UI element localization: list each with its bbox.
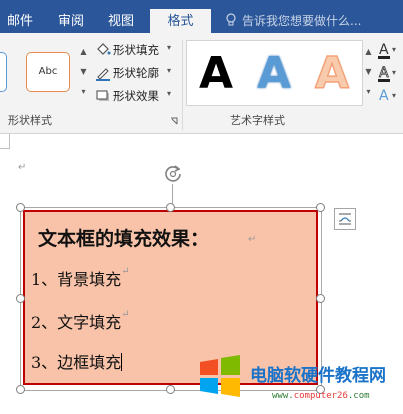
textbox-line-2[interactable]: 2、文字填充 ↵ [31, 309, 130, 333]
tab-view[interactable]: 视图 [108, 10, 134, 29]
gallery-up-icon[interactable]: ▲ [79, 42, 88, 62]
wordart-black-preview[interactable]: A [199, 49, 233, 99]
textbox-line-3[interactable]: 3、边框填充 [31, 349, 123, 373]
svg-text:▾: ▾ [392, 91, 396, 100]
gallery-up-icon[interactable]: ▲ [364, 42, 373, 62]
layout-options-icon [339, 213, 351, 225]
wordart-blue-preview[interactable]: A [257, 49, 291, 99]
resize-handle-top[interactable] [166, 203, 175, 212]
resize-handle-bottom[interactable] [166, 385, 175, 394]
chevron-down-icon: ▾ [167, 66, 172, 75]
margin-marker [9, 134, 10, 148]
gallery-more-icon[interactable]: ▾ [79, 82, 88, 102]
tell-me-text: 告诉我您想要做什么... [242, 14, 362, 28]
lightbulb-icon [226, 13, 236, 26]
tab-mailings[interactable]: 邮件 [7, 10, 33, 29]
paragraph-mark: ↵ [18, 162, 27, 173]
svg-text:▾: ▾ [392, 45, 396, 54]
wordart-styles-group-label: 艺术字样式 [230, 114, 285, 127]
text-effects-icon[interactable]: A ▾ [376, 86, 400, 108]
textbox-line-1[interactable]: 1、背景填充 ↵ [31, 266, 130, 290]
svg-text:▾: ▾ [392, 68, 396, 77]
dialog-launcher-icon[interactable] [170, 117, 178, 125]
ribbon-tab-bar: 邮件 审阅 视图 格式 告诉我您想要做什么... [0, 0, 403, 34]
paragraph-mark: ↵ [248, 234, 257, 245]
shape-style-preview-partial[interactable] [0, 52, 7, 92]
resize-handle-left[interactable] [16, 294, 25, 303]
resize-handle-right[interactable] [316, 294, 325, 303]
windows-logo-watermark [200, 355, 240, 397]
margin-marker [0, 148, 10, 149]
wordart-gallery-scroll[interactable]: ▲ ▼ ▾ [364, 42, 373, 104]
shape-styles-group-label: 形状样式 [8, 114, 52, 127]
chevron-down-icon: ▾ [167, 43, 172, 52]
rotate-handle-icon[interactable] [163, 163, 183, 183]
gallery-more-icon[interactable]: ▾ [364, 82, 373, 102]
shape-style-gallery-scroll[interactable]: ▲ ▼ ▾ [79, 42, 88, 104]
tab-review[interactable]: 审阅 [58, 10, 84, 29]
watermark-url: www.computer26.com [272, 391, 370, 401]
shape-style-preview[interactable]: Abc [26, 52, 70, 92]
group-separator [182, 40, 183, 130]
svg-text:A: A [379, 88, 389, 104]
shape-effects-icon [96, 90, 109, 101]
tab-format[interactable]: 格式 [150, 9, 211, 34]
watermark-site-name: 电脑软硬件教程网 [250, 366, 386, 386]
gallery-down-icon[interactable]: ▼ [364, 62, 373, 82]
wordart-orange-preview[interactable]: A [314, 48, 350, 100]
gallery-down-icon[interactable]: ▼ [79, 62, 88, 82]
paint-bucket-icon [97, 43, 111, 55]
chevron-down-icon: ▾ [167, 89, 172, 98]
svg-text:A: A [379, 42, 389, 58]
resize-handle-top-right[interactable] [316, 203, 325, 212]
text-fill-icon[interactable]: A ▾ [376, 40, 400, 62]
resize-handle-top-left[interactable] [16, 203, 25, 212]
text-outline-icon[interactable]: A ▾ [376, 63, 400, 85]
text-cursor [121, 353, 123, 371]
layout-options-button[interactable] [334, 208, 356, 230]
wordart-gallery: A A A [186, 40, 363, 106]
resize-handle-bottom-left[interactable] [16, 385, 25, 394]
textbox-title[interactable]: 文本框的填充效果： [38, 224, 209, 251]
svg-text:A: A [379, 65, 389, 81]
pencil-outline-icon [96, 68, 110, 81]
